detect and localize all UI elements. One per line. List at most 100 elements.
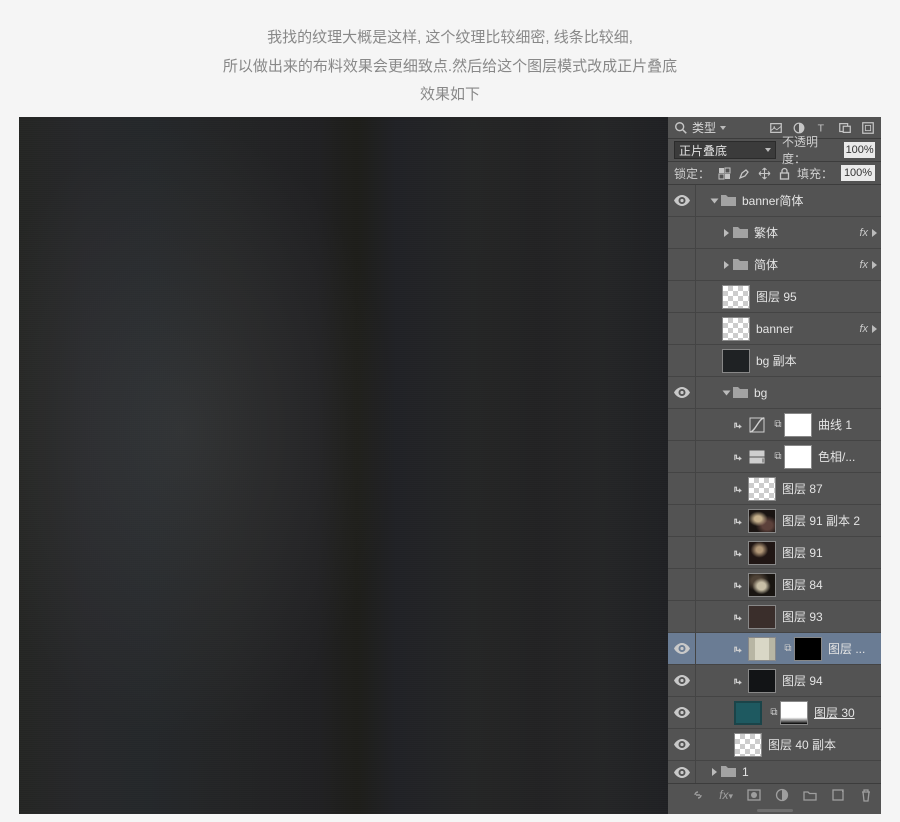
fx-indicator[interactable]: fx [859,323,868,335]
layer-name[interactable]: 图层 91 副本 2 [782,512,881,529]
layer-row[interactable]: 图层 95 [668,281,881,313]
layer-thumb[interactable] [722,317,750,341]
opacity-input[interactable]: 100% [844,142,875,158]
layer-mask-thumb[interactable] [794,637,822,661]
layer-row[interactable]: 图层 91 [668,537,881,569]
layer-row[interactable]: 图层 91 副本 2 [668,505,881,537]
visibility-toggle[interactable] [668,729,696,760]
layer-name[interactable]: 图层 40 副本 [768,736,881,753]
layer-row[interactable]: banner简体 [668,185,881,217]
visibility-toggle[interactable] [668,185,696,216]
layer-thumb[interactable] [734,701,762,725]
layer-row[interactable]: ⧉图层 ... [668,633,881,665]
visibility-toggle[interactable] [668,569,696,600]
fx-indicator[interactable]: fx [859,259,868,271]
visibility-toggle[interactable] [668,217,696,248]
twisty-icon[interactable] [712,768,717,776]
visibility-toggle[interactable] [668,537,696,568]
visibility-toggle[interactable] [668,281,696,312]
layer-row[interactable]: 图层 40 副本 [668,729,881,761]
layer-name[interactable]: 图层 87 [782,480,881,497]
layer-name[interactable]: 1 [742,765,881,779]
visibility-toggle[interactable] [668,345,696,376]
layer-thumb[interactable] [748,605,776,629]
visibility-toggle[interactable] [668,505,696,536]
layer-thumb[interactable] [734,733,762,757]
filter-pixel-icon[interactable] [769,121,783,135]
layer-name[interactable]: 曲线 1 [818,416,881,433]
layer-body[interactable]: 图层 93 [696,601,881,632]
layer-body[interactable]: 图层 84 [696,569,881,600]
layer-name[interactable]: bg 副本 [756,352,881,369]
twisty-icon[interactable] [711,198,719,203]
layer-body[interactable]: 图层 40 副本 [696,729,881,760]
visibility-toggle[interactable] [668,665,696,696]
fx-indicator[interactable]: fx [859,227,868,239]
layer-fx-button[interactable]: fx▾ [719,788,733,802]
layer-row[interactable]: ⧉色相/... [668,441,881,473]
layer-body[interactable]: ⧉曲线 1 [696,409,881,440]
blend-mode-select[interactable]: 正片叠底 [674,141,776,159]
layer-name[interactable]: 图层 91 [782,544,881,561]
layer-body[interactable]: 图层 95 [696,281,881,312]
layer-body[interactable]: 图层 91 [696,537,881,568]
layer-thumb[interactable] [748,637,776,661]
layer-body[interactable]: ⧉色相/... [696,441,881,472]
visibility-toggle[interactable] [668,313,696,344]
fx-expand-icon[interactable] [872,229,877,237]
layer-row[interactable]: 图层 94 [668,665,881,697]
filter-type-select[interactable]: 类型 [692,119,726,136]
layer-body[interactable]: ⧉图层 ... [696,633,881,664]
layer-thumb[interactable] [748,509,776,533]
visibility-toggle[interactable] [668,409,696,440]
layer-name[interactable]: 简体 [754,256,859,273]
link-layers-icon[interactable] [691,788,705,802]
layer-body[interactable]: bg 副本 [696,345,881,376]
layer-name[interactable]: 图层 30 [814,704,881,721]
fx-expand-icon[interactable] [872,325,877,333]
layer-mask-thumb[interactable] [780,701,808,725]
layer-name[interactable]: bg [754,386,881,400]
visibility-toggle[interactable] [668,473,696,504]
lock-all-icon[interactable] [778,167,791,180]
layer-row[interactable]: bg [668,377,881,409]
layer-body[interactable]: 图层 94 [696,665,881,696]
layer-name[interactable]: 图层 94 [782,672,881,689]
layer-name[interactable]: 色相/... [818,448,881,465]
panel-resize-handle[interactable] [668,806,881,814]
layer-name[interactable]: banner [756,322,859,336]
layer-row[interactable]: bannerfx [668,313,881,345]
layer-body[interactable]: 图层 91 副本 2 [696,505,881,536]
layer-body[interactable]: bg [696,377,881,408]
layer-body[interactable]: 繁体fx [696,217,881,248]
layer-thumb[interactable] [722,349,750,373]
layer-row[interactable]: 图层 87 [668,473,881,505]
layer-row[interactable]: ⧉曲线 1 [668,409,881,441]
add-adjustment-icon[interactable] [775,788,789,802]
twisty-icon[interactable] [723,390,731,395]
lock-brush-icon[interactable] [738,167,751,180]
layer-row[interactable]: 图层 84 [668,569,881,601]
layer-name[interactable]: 图层 84 [782,576,881,593]
visibility-toggle[interactable] [668,761,696,783]
visibility-toggle[interactable] [668,377,696,408]
delete-layer-icon[interactable] [859,788,873,802]
layer-thumb[interactable] [748,669,776,693]
layer-thumb[interactable] [748,573,776,597]
visibility-toggle[interactable] [668,633,696,664]
twisty-icon[interactable] [724,229,729,237]
layer-row[interactable]: bg 副本 [668,345,881,377]
layer-mask-thumb[interactable] [784,413,812,437]
new-layer-icon[interactable] [831,788,845,802]
lock-move-icon[interactable] [758,167,771,180]
layer-name[interactable]: banner简体 [742,192,881,209]
layer-name[interactable]: 图层 93 [782,608,881,625]
twisty-icon[interactable] [724,261,729,269]
visibility-toggle[interactable] [668,697,696,728]
layer-row[interactable]: 繁体fx [668,217,881,249]
layer-name[interactable]: 图层 ... [828,640,881,657]
fx-expand-icon[interactable] [872,261,877,269]
layer-body[interactable]: bannerfx [696,313,881,344]
layer-mask-thumb[interactable] [784,445,812,469]
layer-row[interactable]: 1 [668,761,881,784]
